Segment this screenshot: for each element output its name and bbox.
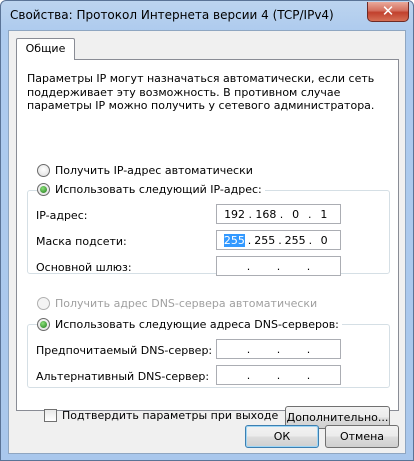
ip-octet-4: 1: [320, 207, 328, 221]
radio-dns-auto-indicator[interactable]: [37, 297, 50, 310]
close-button[interactable]: ✕: [367, 2, 409, 22]
default-gateway-input[interactable]: . . .: [216, 256, 341, 276]
close-icon: ✕: [381, 2, 395, 20]
window-title: Свойства: Протокол Интернета версии 4 (T…: [10, 8, 334, 22]
radio-dns-manual-indicator[interactable]: [37, 318, 50, 331]
radio-ip-manual-indicator[interactable]: [37, 183, 50, 196]
radio-ip-manual-label: Использовать следующий IP-адрес:: [55, 183, 262, 196]
preferred-dns-input[interactable]: . . .: [216, 339, 341, 359]
radio-dns-auto[interactable]: Получить адрес DNS-сервера автоматически: [37, 297, 317, 310]
alternate-dns-label: Альтернативный DNS-сервер:: [36, 370, 210, 383]
radio-ip-auto-indicator[interactable]: [37, 164, 50, 177]
default-gateway-label: Основной шлюз:: [36, 261, 132, 274]
radio-ip-manual[interactable]: Использовать следующий IP-адрес:: [37, 183, 265, 196]
dialog-window: Свойства: Протокол Интернета версии 4 (T…: [0, 0, 414, 461]
radio-dns-manual[interactable]: Использовать следующие адреса DNS-сервер…: [37, 318, 342, 331]
subnet-mask-input[interactable]: 255. 255. 255. 0: [216, 230, 341, 250]
description-text: Параметры IP могут назначаться автоматич…: [27, 72, 375, 112]
mask-octet-3: 255: [284, 233, 306, 247]
radio-ip-auto[interactable]: Получить IP-адрес автоматически: [37, 164, 253, 177]
validate-on-exit-checkbox[interactable]: Подтвердить параметры при выходе: [44, 409, 278, 422]
subnet-mask-label: Маска подсети:: [36, 235, 127, 248]
validate-on-exit-box[interactable]: [44, 409, 57, 422]
radio-dns-manual-label: Использовать следующие адреса DNS-сервер…: [55, 318, 339, 331]
tab-general[interactable]: Общие: [16, 38, 75, 60]
ip-address-input[interactable]: 192. 168. 0. 1: [216, 204, 341, 224]
ip-octet-2: 168: [255, 207, 277, 221]
mask-octet-2: 255: [254, 233, 276, 247]
radio-dns-auto-label: Получить адрес DNS-сервера автоматически: [55, 297, 318, 310]
preferred-dns-label: Предпочитаемый DNS-сервер:: [36, 344, 213, 357]
ip-octet-3: 0: [292, 207, 300, 221]
alternate-dns-input[interactable]: . . .: [216, 365, 341, 385]
title-bar[interactable]: Свойства: Протокол Интернета версии 4 (T…: [1, 1, 413, 30]
mask-octet-4: 0: [320, 233, 328, 247]
ip-address-label: IP-адрес:: [36, 209, 88, 222]
dialog-client-area: Общие Параметры IP могут назначаться авт…: [8, 30, 406, 454]
general-tab-panel: Параметры IP могут назначаться автоматич…: [16, 59, 399, 429]
validate-on-exit-label: Подтвердить параметры при выходе: [62, 409, 279, 422]
cancel-button[interactable]: Отмена: [325, 425, 399, 448]
radio-ip-auto-label: Получить IP-адрес автоматически: [55, 164, 253, 177]
ok-button[interactable]: ОК: [245, 425, 319, 448]
ip-octet-1: 192: [224, 207, 246, 221]
mask-octet-1: 255: [223, 233, 245, 247]
